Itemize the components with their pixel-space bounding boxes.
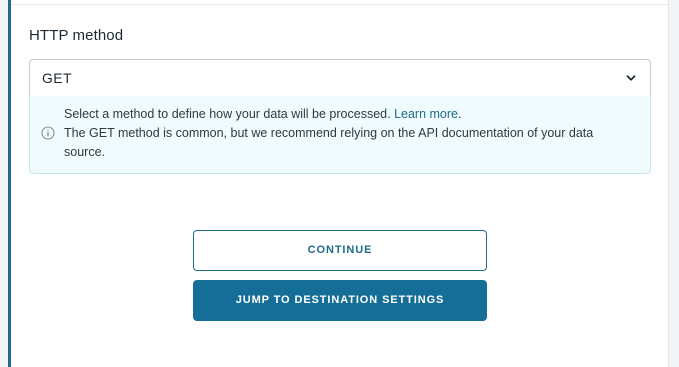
http-method-select[interactable]: GET (29, 59, 651, 97)
info-text: Select a method to define how your data … (64, 105, 634, 162)
http-method-label: HTTP method (29, 27, 124, 44)
continue-button[interactable]: CONTINUE (193, 230, 487, 271)
jump-to-destination-settings-button[interactable]: JUMP TO DESTINATION SETTINGS (193, 280, 487, 321)
info-line-1-end: . (458, 107, 462, 121)
settings-panel: HTTP method GET Select a method to defin… (8, 0, 669, 367)
info-line-1: Select a method to define how your data … (64, 107, 391, 121)
screen: HTTP method GET Select a method to defin… (0, 0, 679, 367)
info-circle-icon (41, 126, 55, 140)
method-info-box: Select a method to define how your data … (29, 96, 651, 174)
select-value: GET (42, 70, 72, 86)
learn-more-link[interactable]: Learn more (394, 107, 458, 121)
info-line-2: The GET method is common, but we recomme… (64, 126, 594, 159)
chevron-down-icon (626, 75, 636, 81)
divider (11, 4, 668, 5)
